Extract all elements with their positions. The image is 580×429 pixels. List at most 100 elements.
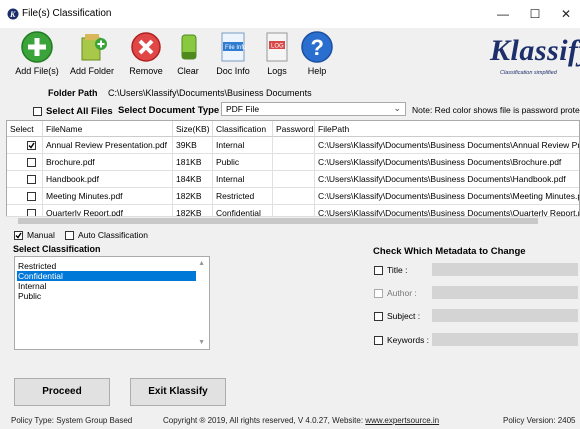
svg-text:K: K: [9, 10, 16, 19]
checkmark-icon: [15, 232, 22, 239]
select-cell: [7, 171, 43, 188]
row-checkbox[interactable]: [27, 141, 36, 150]
horizontal-scrollbar[interactable]: [6, 216, 580, 226]
keywords-checkbox[interactable]: [374, 336, 383, 345]
subject-field[interactable]: [432, 309, 578, 322]
size-cell: 184KB: [173, 171, 213, 188]
subject-checkbox[interactable]: [374, 312, 383, 321]
document-type-label: Select Document Type: [118, 105, 220, 116]
policy-version: Policy Version: 2405: [503, 416, 576, 425]
author-field[interactable]: [432, 286, 578, 299]
column-header-size[interactable]: Size(KB): [173, 121, 213, 137]
password-cell: [273, 171, 315, 188]
select-cell: [7, 188, 43, 205]
title-checkbox[interactable]: [374, 266, 383, 275]
svg-text:File Info: File Info: [225, 45, 247, 51]
table-row[interactable]: Meeting Minutes.pdf 182KB Restricted C:\Use…: [7, 188, 579, 205]
row-checkbox[interactable]: [27, 175, 36, 184]
classification-cell: Internal: [213, 171, 273, 188]
minimize-button[interactable]: —: [489, 4, 517, 24]
auto-classification-checkbox[interactable]: [65, 231, 74, 240]
filepath-cell: C:\Users\Klassify\Documents\Business Doc…: [315, 188, 579, 205]
help-icon: ?: [301, 31, 333, 63]
close-button[interactable]: ✕: [552, 4, 580, 24]
remove-icon: [131, 32, 161, 62]
table-row[interactable]: Brochure.pdf 181KB Public C:\Users\Klassify…: [7, 154, 579, 171]
classification-cell: Public: [213, 154, 273, 171]
manual-label[interactable]: Manual: [27, 230, 55, 240]
title-label: Title :: [387, 265, 408, 275]
size-cell: 181KB: [173, 154, 213, 171]
scroll-up-icon[interactable]: ▲: [198, 260, 205, 267]
checkmark-icon: [28, 142, 35, 149]
column-header-filepath[interactable]: FilePath: [315, 121, 579, 137]
select-all-checkbox[interactable]: [33, 107, 42, 116]
help-button[interactable]: ? Help: [290, 28, 344, 82]
log-icon: LOG: [266, 32, 288, 62]
manual-checkbox[interactable]: [14, 231, 23, 240]
scroll-thumb[interactable]: [18, 218, 538, 224]
scroll-down-icon[interactable]: ▼: [198, 339, 205, 346]
filepath-cell: C:\Users\Klassify\Documents\Business Doc…: [315, 137, 579, 154]
help-label: Help: [307, 66, 327, 76]
grid-rows: Annual Review Presentation.pdf 39KB Intern…: [7, 137, 579, 223]
column-header-select[interactable]: Select: [7, 121, 43, 137]
copyright-text: Copyright ® 2019, All rights reserved, V…: [163, 416, 366, 425]
chevron-down-icon: ⌄: [393, 103, 401, 113]
metadata-heading: Check Which Metadata to Change: [373, 246, 526, 257]
select-cell: [7, 154, 43, 171]
policy-type: Policy Type: System Group Based: [11, 416, 133, 425]
proceed-button[interactable]: Proceed: [14, 378, 110, 406]
subject-label: Subject :: [387, 311, 421, 321]
select-classification-label: Select Classification: [13, 244, 101, 254]
select-cell: [7, 137, 43, 154]
folder-add-icon: [81, 34, 107, 61]
classification-cell: Internal: [213, 137, 273, 154]
classification-option[interactable]: Public: [17, 291, 196, 301]
author-label: Author :: [387, 288, 417, 298]
column-header-password[interactable]: Password: [273, 121, 315, 137]
size-cell: 39KB: [173, 137, 213, 154]
filename-cell: Meeting Minutes.pdf: [43, 188, 173, 205]
classification-option[interactable]: Confidential: [17, 271, 196, 281]
app-icon: K: [7, 8, 19, 20]
filepath-cell: C:\Users\Klassify\Documents\Business Doc…: [315, 154, 579, 171]
document-type-select[interactable]: PDF File ⌄: [221, 102, 406, 116]
logo: Klassify: [490, 34, 580, 67]
classification-option[interactable]: Restricted: [17, 261, 196, 271]
copyright: Copyright ® 2019, All rights reserved, V…: [163, 416, 439, 425]
filename-cell: Brochure.pdf: [43, 154, 173, 171]
maximize-button[interactable]: ☐: [521, 4, 549, 24]
window-title: File(s) Classification: [22, 8, 112, 19]
logo-tagline: Classification simplified: [500, 70, 557, 76]
classification-list[interactable]: Restricted Confidential Internal Public …: [14, 256, 210, 350]
clear-icon: [181, 34, 197, 60]
svg-text:?: ?: [311, 35, 324, 60]
add-files-button[interactable]: Add File(s): [10, 28, 64, 82]
size-cell: 182KB: [173, 188, 213, 205]
select-all-label[interactable]: Select All Files: [46, 106, 113, 117]
folder-path-label: Folder Path: [48, 88, 98, 98]
classification-option[interactable]: Internal: [17, 281, 196, 291]
filename-cell: Handbook.pdf: [43, 171, 173, 188]
row-checkbox[interactable]: [27, 192, 36, 201]
title-field[interactable]: [432, 263, 578, 276]
column-header-filename[interactable]: FileName: [43, 121, 173, 137]
exit-button[interactable]: Exit Klassify: [130, 378, 226, 406]
add-icon: [21, 31, 53, 63]
website-link[interactable]: www.expertsource.in: [365, 416, 439, 425]
row-checkbox[interactable]: [27, 158, 36, 167]
table-row[interactable]: Annual Review Presentation.pdf 39KB Intern…: [7, 137, 579, 154]
auto-classification-label[interactable]: Auto Classification: [78, 230, 148, 240]
author-checkbox[interactable]: [374, 289, 383, 298]
add-folder-button[interactable]: Add Folder: [65, 28, 119, 82]
document-type-value: PDF File: [226, 104, 260, 114]
file-grid[interactable]: Select FileName Size(KB) Classification …: [6, 120, 580, 224]
classification-cell: Restricted: [213, 188, 273, 205]
filename-cell: Annual Review Presentation.pdf: [43, 137, 173, 154]
keywords-field[interactable]: [432, 333, 578, 346]
svg-text:LOG: LOG: [271, 44, 284, 50]
column-header-classification[interactable]: Classification: [213, 121, 273, 137]
table-row[interactable]: Handbook.pdf 184KB Internal C:\Users\Klassi…: [7, 171, 579, 188]
password-cell: [273, 137, 315, 154]
